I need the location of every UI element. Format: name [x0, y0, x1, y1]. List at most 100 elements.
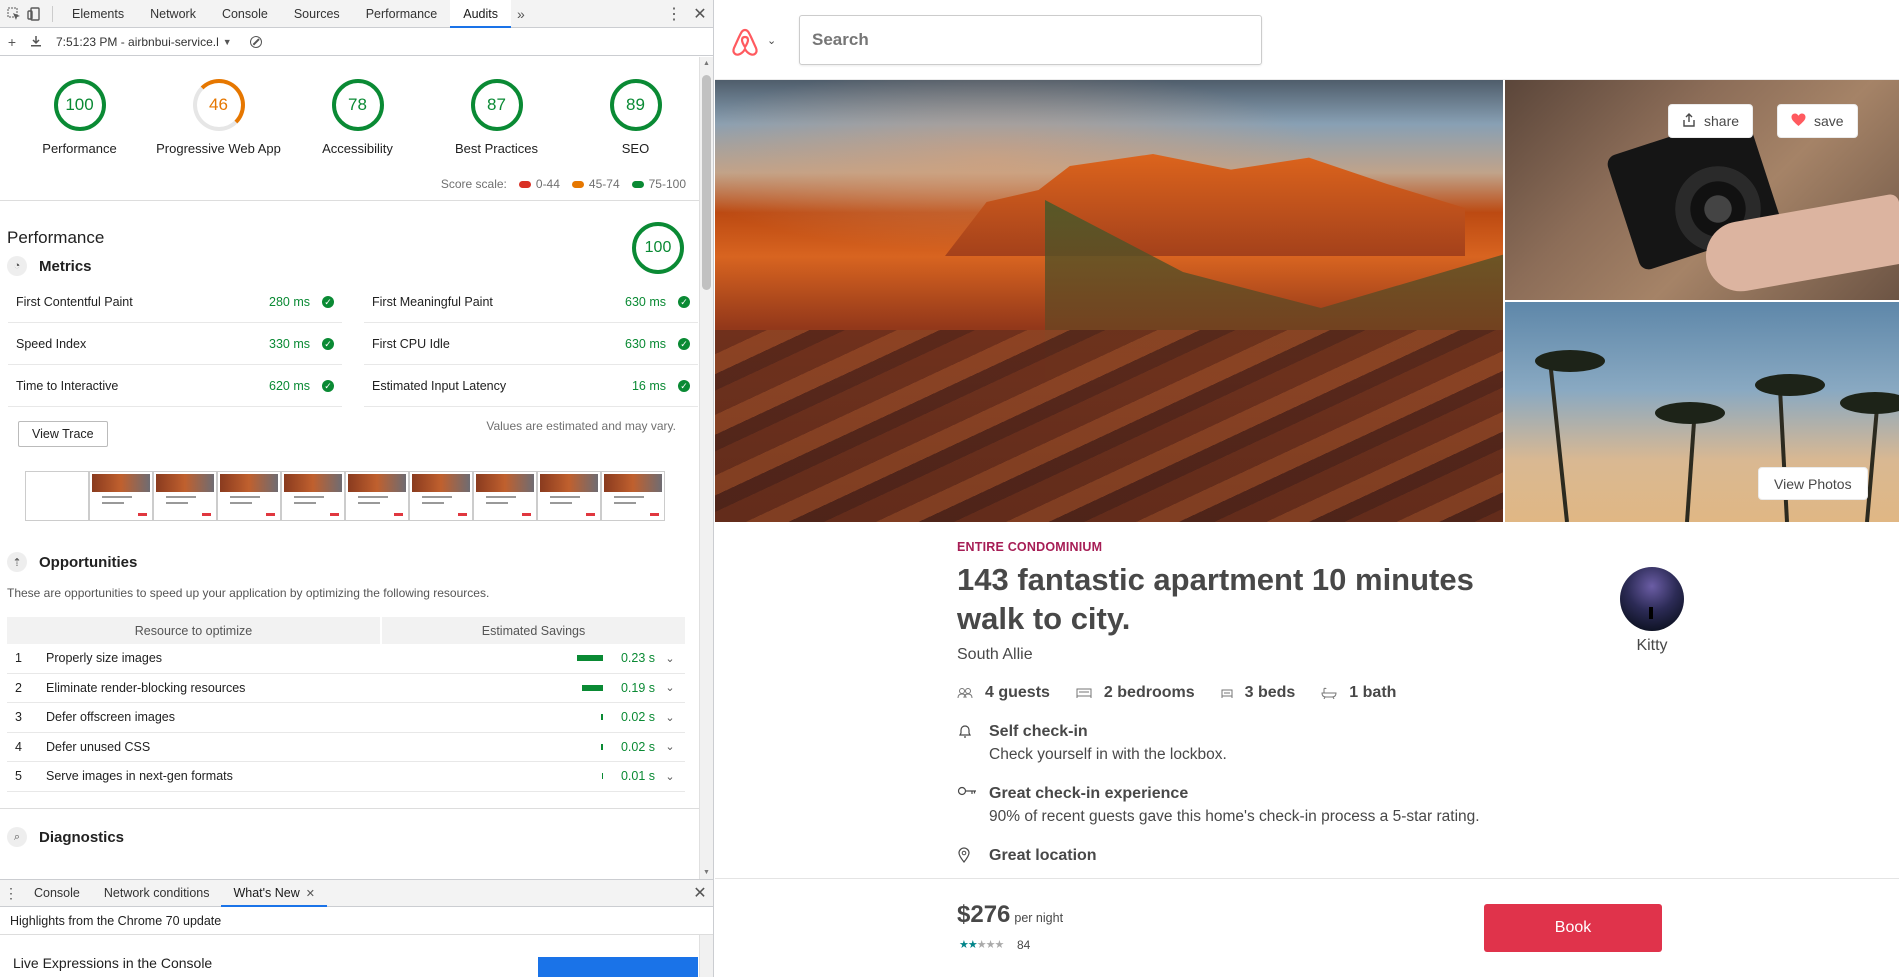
bed-icon: [1221, 687, 1233, 699]
row-title: Properly size images: [46, 651, 163, 666]
device-toolbar-icon[interactable]: [24, 0, 44, 28]
table-row[interactable]: 4 Defer unused CSS 0.02 s ⌄: [7, 733, 685, 762]
amenity-label: 3 beds: [1244, 684, 1296, 701]
main-photo[interactable]: [715, 80, 1503, 522]
share-button[interactable]: share: [1668, 104, 1754, 138]
drawer-tab-whats-new[interactable]: What's New ✕: [221, 880, 327, 907]
tab-network[interactable]: Network: [137, 0, 209, 28]
report-scrollbar[interactable]: ▲ ▼: [699, 57, 713, 879]
tab-console[interactable]: Console: [209, 0, 281, 28]
rating-stars: ★★★★★: [959, 938, 1004, 951]
table-row[interactable]: 1 Properly size images 0.23 s ⌄: [7, 644, 685, 674]
download-report-icon[interactable]: [24, 34, 48, 50]
scrollbar-thumb[interactable]: [702, 75, 711, 290]
table-row[interactable]: 3 Defer offscreen images 0.02 s ⌄: [7, 703, 685, 733]
chevron-down-icon[interactable]: ▼: [223, 37, 232, 47]
chevron-down-icon[interactable]: ⌄: [655, 711, 685, 724]
drawer-tab-console[interactable]: Console: [22, 880, 92, 907]
host-avatar[interactable]: [1620, 567, 1684, 631]
row-title: Eliminate render-blocking resources: [46, 680, 246, 695]
filmstrip-frame: [25, 471, 89, 521]
score-ring: 78: [331, 79, 384, 131]
metrics-title: Metrics: [39, 257, 92, 275]
metric-value: 330 ms: [269, 336, 310, 351]
bell-icon: [957, 723, 989, 764]
gauge-performance[interactable]: 100 Performance: [10, 79, 149, 200]
devtools-panel: Elements Network Console Sources Perform…: [0, 0, 714, 977]
pass-check-icon: ✓: [678, 337, 690, 350]
feature-description: 90% of recent guests gave this home's ch…: [989, 808, 1480, 825]
row-savings: 0.23 s: [620, 651, 655, 666]
airbnb-logo-icon[interactable]: [731, 27, 759, 60]
listing-city: South Allie: [957, 646, 1033, 663]
tab-sources[interactable]: Sources: [281, 0, 353, 28]
clear-icon[interactable]: [249, 35, 262, 48]
amenity-label: 1 bath: [1349, 684, 1397, 701]
chevron-down-icon[interactable]: ⌄: [655, 740, 685, 753]
amenity-bedrooms: 2 bedrooms: [1076, 684, 1195, 702]
feature-self-checkin: Self check-in Check yourself in with the…: [957, 723, 1657, 764]
filmstrip-frame: [473, 471, 537, 521]
search-input[interactable]: [799, 15, 1262, 65]
scale-dot-red: [518, 180, 531, 188]
review-count: 84: [1017, 938, 1031, 952]
opportunity-icon: ⇡: [7, 552, 27, 572]
listing-type: ENTIRE CONDOMINIUM: [957, 540, 1103, 554]
host-profile[interactable]: Kitty: [1604, 567, 1700, 655]
drawer-tab-network-conditions[interactable]: Network conditions: [92, 880, 222, 907]
chevron-down-icon[interactable]: ⌄: [767, 34, 776, 47]
savings-bar: [601, 714, 603, 721]
site-header: ⌄: [715, 0, 1899, 80]
tab-performance[interactable]: Performance: [353, 0, 451, 28]
metric-name: Estimated Input Latency: [372, 378, 507, 393]
drawer-close-icon[interactable]: ✕: [686, 883, 713, 903]
metrics-header: ◔ Metrics: [0, 251, 713, 281]
savings-bar: [577, 655, 603, 662]
scroll-up-icon[interactable]: ▲: [703, 60, 710, 67]
whats-new-item-title[interactable]: Live Expressions in the Console: [13, 955, 212, 971]
scale-dot-green: [631, 180, 644, 188]
close-tab-icon[interactable]: ✕: [306, 888, 315, 900]
score-ring: 100: [53, 79, 106, 131]
feature-title: Self check-in: [989, 723, 1088, 740]
tab-elements[interactable]: Elements: [59, 0, 137, 28]
chevron-down-icon[interactable]: ⌄: [655, 652, 685, 665]
chevron-down-icon[interactable]: ⌄: [655, 770, 685, 783]
more-tabs-icon[interactable]: »: [511, 6, 531, 22]
row-savings: 0.01 s: [620, 769, 655, 784]
drawer-tabbar: ⋮ Console Network conditions What's New ✕…: [0, 879, 713, 907]
view-photos-button[interactable]: View Photos: [1758, 467, 1868, 500]
save-button[interactable]: save: [1777, 104, 1858, 138]
report-selector[interactable]: 7:51:23 PM - airbnbui-service.l: [56, 35, 219, 49]
row-savings: 0.19 s: [620, 680, 655, 695]
gauge-accessibility[interactable]: 78 Accessibility: [288, 79, 427, 200]
host-name: Kitty: [1636, 637, 1668, 654]
drawer-scrollbar[interactable]: [699, 935, 713, 977]
view-trace-button[interactable]: View Trace: [18, 421, 108, 447]
opportunities-header: ⇡ Opportunities: [0, 547, 713, 577]
performance-title: Performance: [7, 228, 105, 247]
guests-icon: [957, 687, 973, 699]
table-row[interactable]: 2 Eliminate render-blocking resources 0.19…: [7, 674, 685, 703]
drawer-menu-icon[interactable]: ⋮: [0, 885, 22, 902]
chevron-down-icon[interactable]: ⌄: [655, 681, 685, 694]
opportunities-description: These are opportunities to speed up your…: [7, 586, 490, 600]
filmstrip-frame: [409, 471, 473, 521]
row-title: Defer offscreen images: [46, 710, 175, 725]
gauge-pwa[interactable]: 46 Progressive Web App: [149, 79, 288, 200]
tab-audits[interactable]: Audits: [450, 0, 511, 28]
row-number: 4: [15, 739, 22, 754]
table-row[interactable]: 5 Serve images in next-gen formats 0.01 s ⌄: [7, 762, 685, 792]
stopwatch-icon: ◔: [7, 256, 27, 276]
scale-dot-orange: [571, 180, 584, 188]
filmstrip-frame: [601, 471, 665, 521]
inspect-element-icon[interactable]: [4, 0, 24, 28]
devtools-close-icon[interactable]: ✕: [687, 4, 713, 24]
scroll-down-icon[interactable]: ▼: [703, 869, 710, 876]
devtools-menu-icon[interactable]: ⋮: [661, 4, 687, 24]
new-audit-icon[interactable]: +: [0, 34, 24, 50]
metric-row: First CPU Idle 630 ms ✓: [364, 323, 698, 365]
save-label: save: [1814, 113, 1844, 129]
book-button[interactable]: Book: [1484, 904, 1662, 952]
photo-gallery[interactable]: [715, 80, 1899, 522]
